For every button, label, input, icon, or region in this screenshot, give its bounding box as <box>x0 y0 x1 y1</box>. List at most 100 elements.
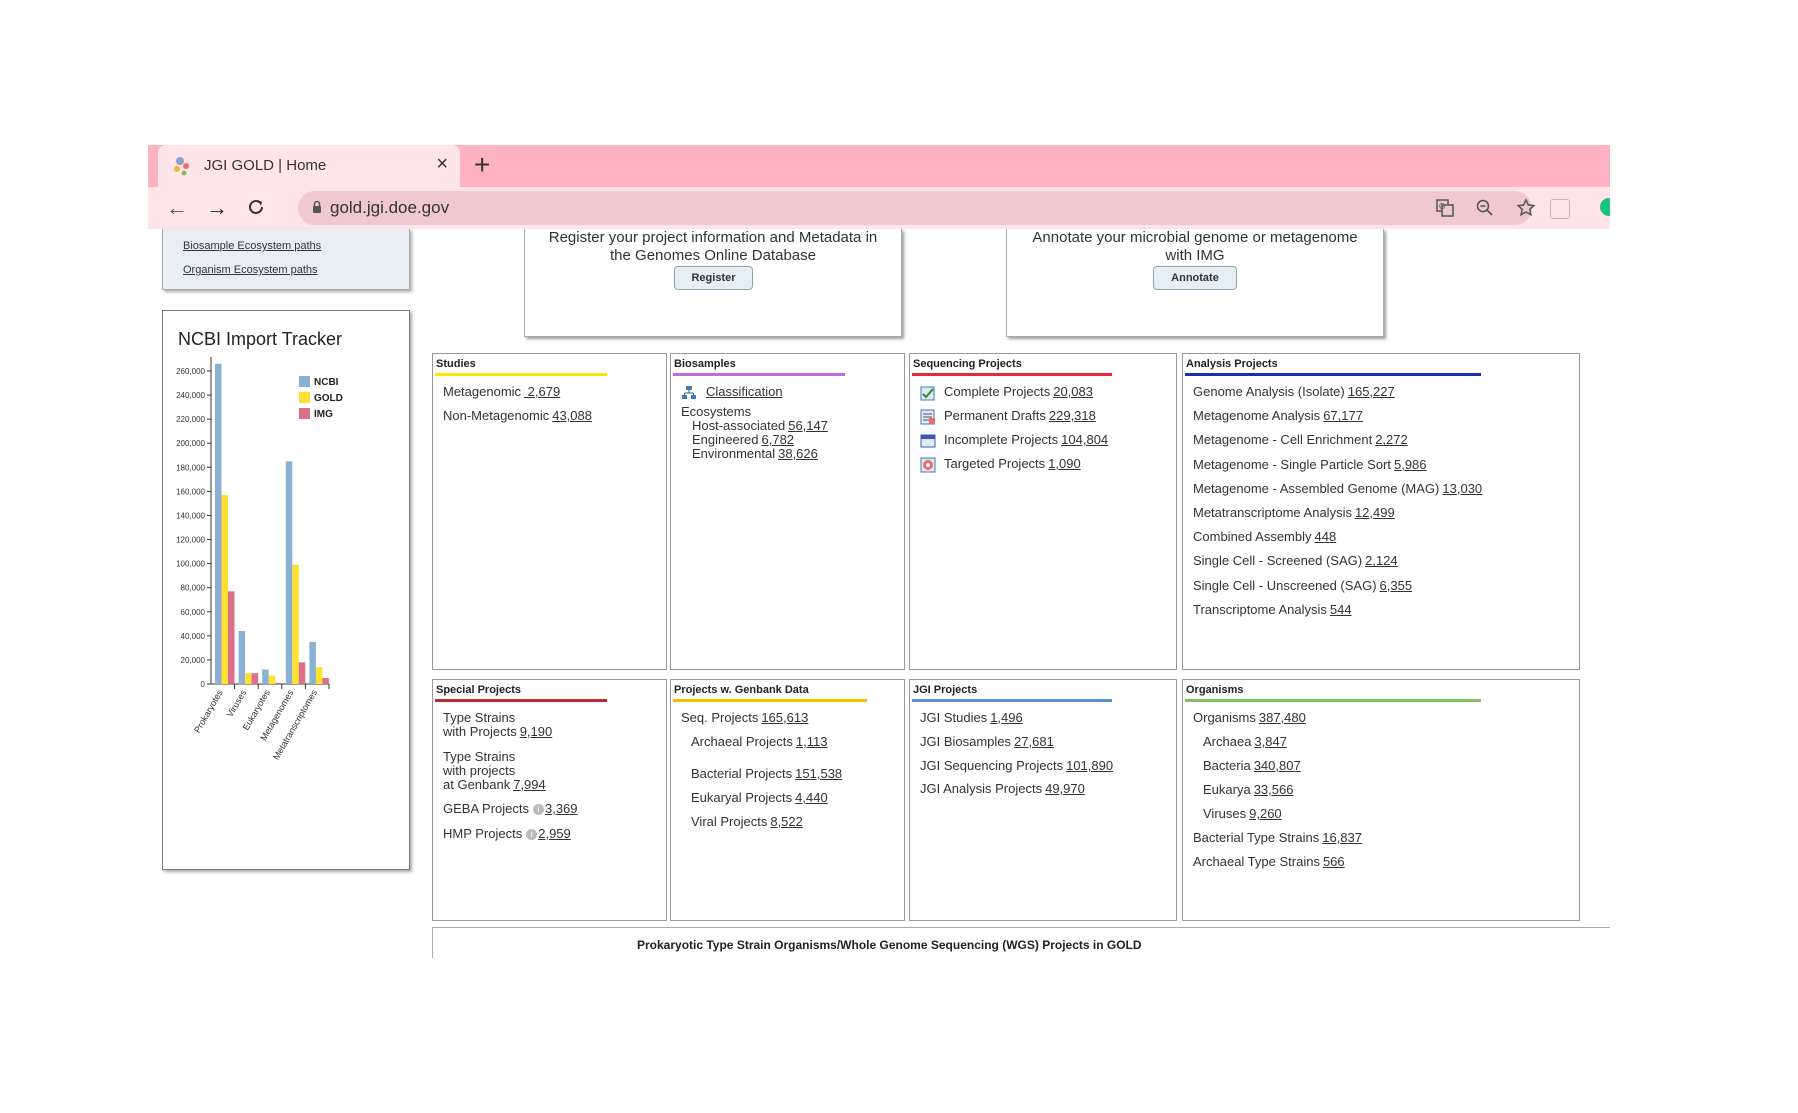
analysis-row[interactable]: Metagenome - Assembled Genome (MAG) 13,03… <box>1193 481 1482 496</box>
row-value[interactable]: 544 <box>1330 602 1352 617</box>
sequencing-row[interactable]: Targeted Projects 1,090 <box>944 456 1081 471</box>
row-value[interactable]: 27,681 <box>1014 734 1054 749</box>
address-bar[interactable]: gold.jgi.doe.gov G <box>298 191 1536 225</box>
biosample-ecosystem-link[interactable]: Biosample Ecosystem paths <box>183 240 321 252</box>
star-icon[interactable] <box>1516 198 1536 218</box>
bar-ncbi <box>285 461 293 684</box>
jgi-row[interactable]: JGI Analysis Projects 49,970 <box>920 781 1085 796</box>
row-value[interactable]: 6,355 <box>1380 578 1413 593</box>
organism-row[interactable]: Organisms 387,480 <box>1193 710 1306 725</box>
zoom-out-icon[interactable] <box>1476 199 1494 217</box>
row-value[interactable]: 7,994 <box>513 777 546 792</box>
row-value[interactable]: 3,847 <box>1254 734 1287 749</box>
row-value[interactable]: 5,986 <box>1394 457 1427 472</box>
browser-tab[interactable]: JGI GOLD | Home × <box>158 145 460 187</box>
back-button[interactable]: ← <box>166 195 188 221</box>
organism-row[interactable]: Viruses 9,260 <box>1203 806 1282 821</box>
row-value[interactable]: 2,272 <box>1375 432 1408 447</box>
row-value[interactable]: 3,369 <box>545 801 578 816</box>
genbank-row[interactable]: Eukaryal Projects 4,440 <box>691 790 828 805</box>
classification-label[interactable]: Classification <box>706 384 783 399</box>
row-value[interactable]: 448 <box>1315 529 1337 544</box>
geba-row[interactable]: GEBA Projects i 3,369 <box>443 801 578 816</box>
organism-row[interactable]: Archaeal Type Strains 566 <box>1193 854 1345 869</box>
row-value[interactable]: 1,496 <box>990 710 1023 725</box>
jgi-row[interactable]: JGI Sequencing Projects 101,890 <box>920 758 1113 773</box>
row-value[interactable]: 2,124 <box>1365 553 1398 568</box>
register-button[interactable]: Register <box>674 266 753 290</box>
row-value[interactable]: 6,782 <box>762 432 795 447</box>
row-value[interactable]: 49,970 <box>1045 781 1085 796</box>
row-value[interactable]: 43,088 <box>552 408 592 423</box>
annotate-button[interactable]: Annotate <box>1153 266 1237 290</box>
row-value[interactable]: 8,522 <box>770 814 803 829</box>
analysis-row[interactable]: Genome Analysis (Isolate) 165,227 <box>1193 384 1395 399</box>
genbank-row[interactable]: Archaeal Projects 1,113 <box>691 734 827 749</box>
info-icon[interactable]: i <box>532 804 544 816</box>
analysis-row[interactable]: Metagenome - Single Particle Sort 5,986 <box>1193 457 1427 472</box>
analysis-row[interactable]: Metagenome Analysis 67,177 <box>1193 408 1363 423</box>
type-strains-row[interactable]: with Projects 9,190 <box>443 724 552 739</box>
row-value[interactable]: 340,807 <box>1254 758 1301 773</box>
row-value[interactable]: 2,679 <box>524 384 561 399</box>
analysis-row[interactable]: Single Cell - Screened (SAG) 2,124 <box>1193 553 1398 568</box>
row-value[interactable]: 16,837 <box>1322 830 1362 845</box>
row-value[interactable]: 33,566 <box>1254 782 1294 797</box>
reload-icon[interactable] <box>246 197 266 217</box>
analysis-row[interactable]: Single Cell - Unscreened (SAG) 6,355 <box>1193 578 1412 593</box>
organism-row[interactable]: Bacteria 340,807 <box>1203 758 1301 773</box>
row-value[interactable]: 9,190 <box>520 724 553 739</box>
bar-ncbi <box>262 669 269 684</box>
row-value[interactable]: 151,538 <box>795 766 842 781</box>
row-value[interactable]: 12,499 <box>1355 505 1395 520</box>
new-tab-button[interactable]: + <box>474 149 490 181</box>
organism-ecosystem-link[interactable]: Organism Ecosystem paths <box>183 264 318 276</box>
biosample-row[interactable]: Engineered 6,782 <box>692 432 794 447</box>
jgi-row[interactable]: JGI Biosamples 27,681 <box>920 734 1054 749</box>
biosample-row[interactable]: Host-associated 56,147 <box>692 418 828 433</box>
extension-icon[interactable] <box>1550 199 1570 219</box>
hmp-row[interactable]: HMP Projects i 2,959 <box>443 826 571 841</box>
row-value[interactable]: 67,177 <box>1323 408 1363 423</box>
sequencing-row[interactable]: Incomplete Projects 104,804 <box>944 432 1108 447</box>
jgi-row[interactable]: JGI Studies 1,496 <box>920 710 1023 725</box>
row-value[interactable]: 1,113 <box>796 734 828 749</box>
organism-row[interactable]: Bacterial Type Strains 16,837 <box>1193 830 1362 845</box>
grammarly-icon[interactable] <box>1600 198 1610 216</box>
classification-link[interactable]: Classification <box>703 384 783 399</box>
studies-row[interactable]: Non-Metagenomic 43,088 <box>443 408 592 423</box>
info-icon[interactable]: i <box>526 829 538 841</box>
row-value[interactable]: 566 <box>1323 854 1345 869</box>
row-value[interactable]: 1,090 <box>1048 456 1081 471</box>
row-value[interactable]: 2,959 <box>538 826 571 841</box>
row-value[interactable]: 101,890 <box>1066 758 1113 773</box>
studies-row[interactable]: Metagenomic 2,679 <box>443 384 560 399</box>
row-value[interactable]: 4,440 <box>795 790 828 805</box>
translate-icon[interactable]: G <box>1436 199 1454 217</box>
biosample-row[interactable]: Environmental 38,626 <box>692 446 818 461</box>
row-value[interactable]: 104,804 <box>1061 432 1108 447</box>
row-value[interactable]: 38,626 <box>778 446 818 461</box>
genbank-row[interactable]: Seq. Projects 165,613 <box>681 710 808 725</box>
organism-row[interactable]: Eukarya 33,566 <box>1203 782 1293 797</box>
row-value[interactable]: 9,260 <box>1249 806 1282 821</box>
row-value[interactable]: 13,030 <box>1442 481 1482 496</box>
analysis-row[interactable]: Metagenome - Cell Enrichment 2,272 <box>1193 432 1408 447</box>
analysis-row[interactable]: Metatranscriptome Analysis 12,499 <box>1193 505 1395 520</box>
row-value[interactable]: 20,083 <box>1053 384 1093 399</box>
row-value[interactable]: 229,318 <box>1049 408 1096 423</box>
genbank-row[interactable]: at Genbank 7,994 <box>443 777 546 792</box>
genbank-row[interactable]: Viral Projects 8,522 <box>691 814 803 829</box>
forward-button[interactable]: → <box>206 195 228 221</box>
analysis-row[interactable]: Combined Assembly 448 <box>1193 529 1336 544</box>
tab-close-icon[interactable]: × <box>436 153 448 176</box>
row-value[interactable]: 165,613 <box>761 710 808 725</box>
analysis-row[interactable]: Transcriptome Analysis 544 <box>1193 602 1352 617</box>
row-value[interactable]: 387,480 <box>1259 710 1306 725</box>
sequencing-row[interactable]: Complete Projects 20,083 <box>944 384 1093 399</box>
sequencing-row[interactable]: Permanent Drafts 229,318 <box>944 408 1096 423</box>
row-value[interactable]: 56,147 <box>788 418 828 433</box>
row-value[interactable]: 165,227 <box>1348 384 1395 399</box>
genbank-row[interactable]: Bacterial Projects 151,538 <box>691 766 842 781</box>
organism-row[interactable]: Archaea 3,847 <box>1203 734 1287 749</box>
